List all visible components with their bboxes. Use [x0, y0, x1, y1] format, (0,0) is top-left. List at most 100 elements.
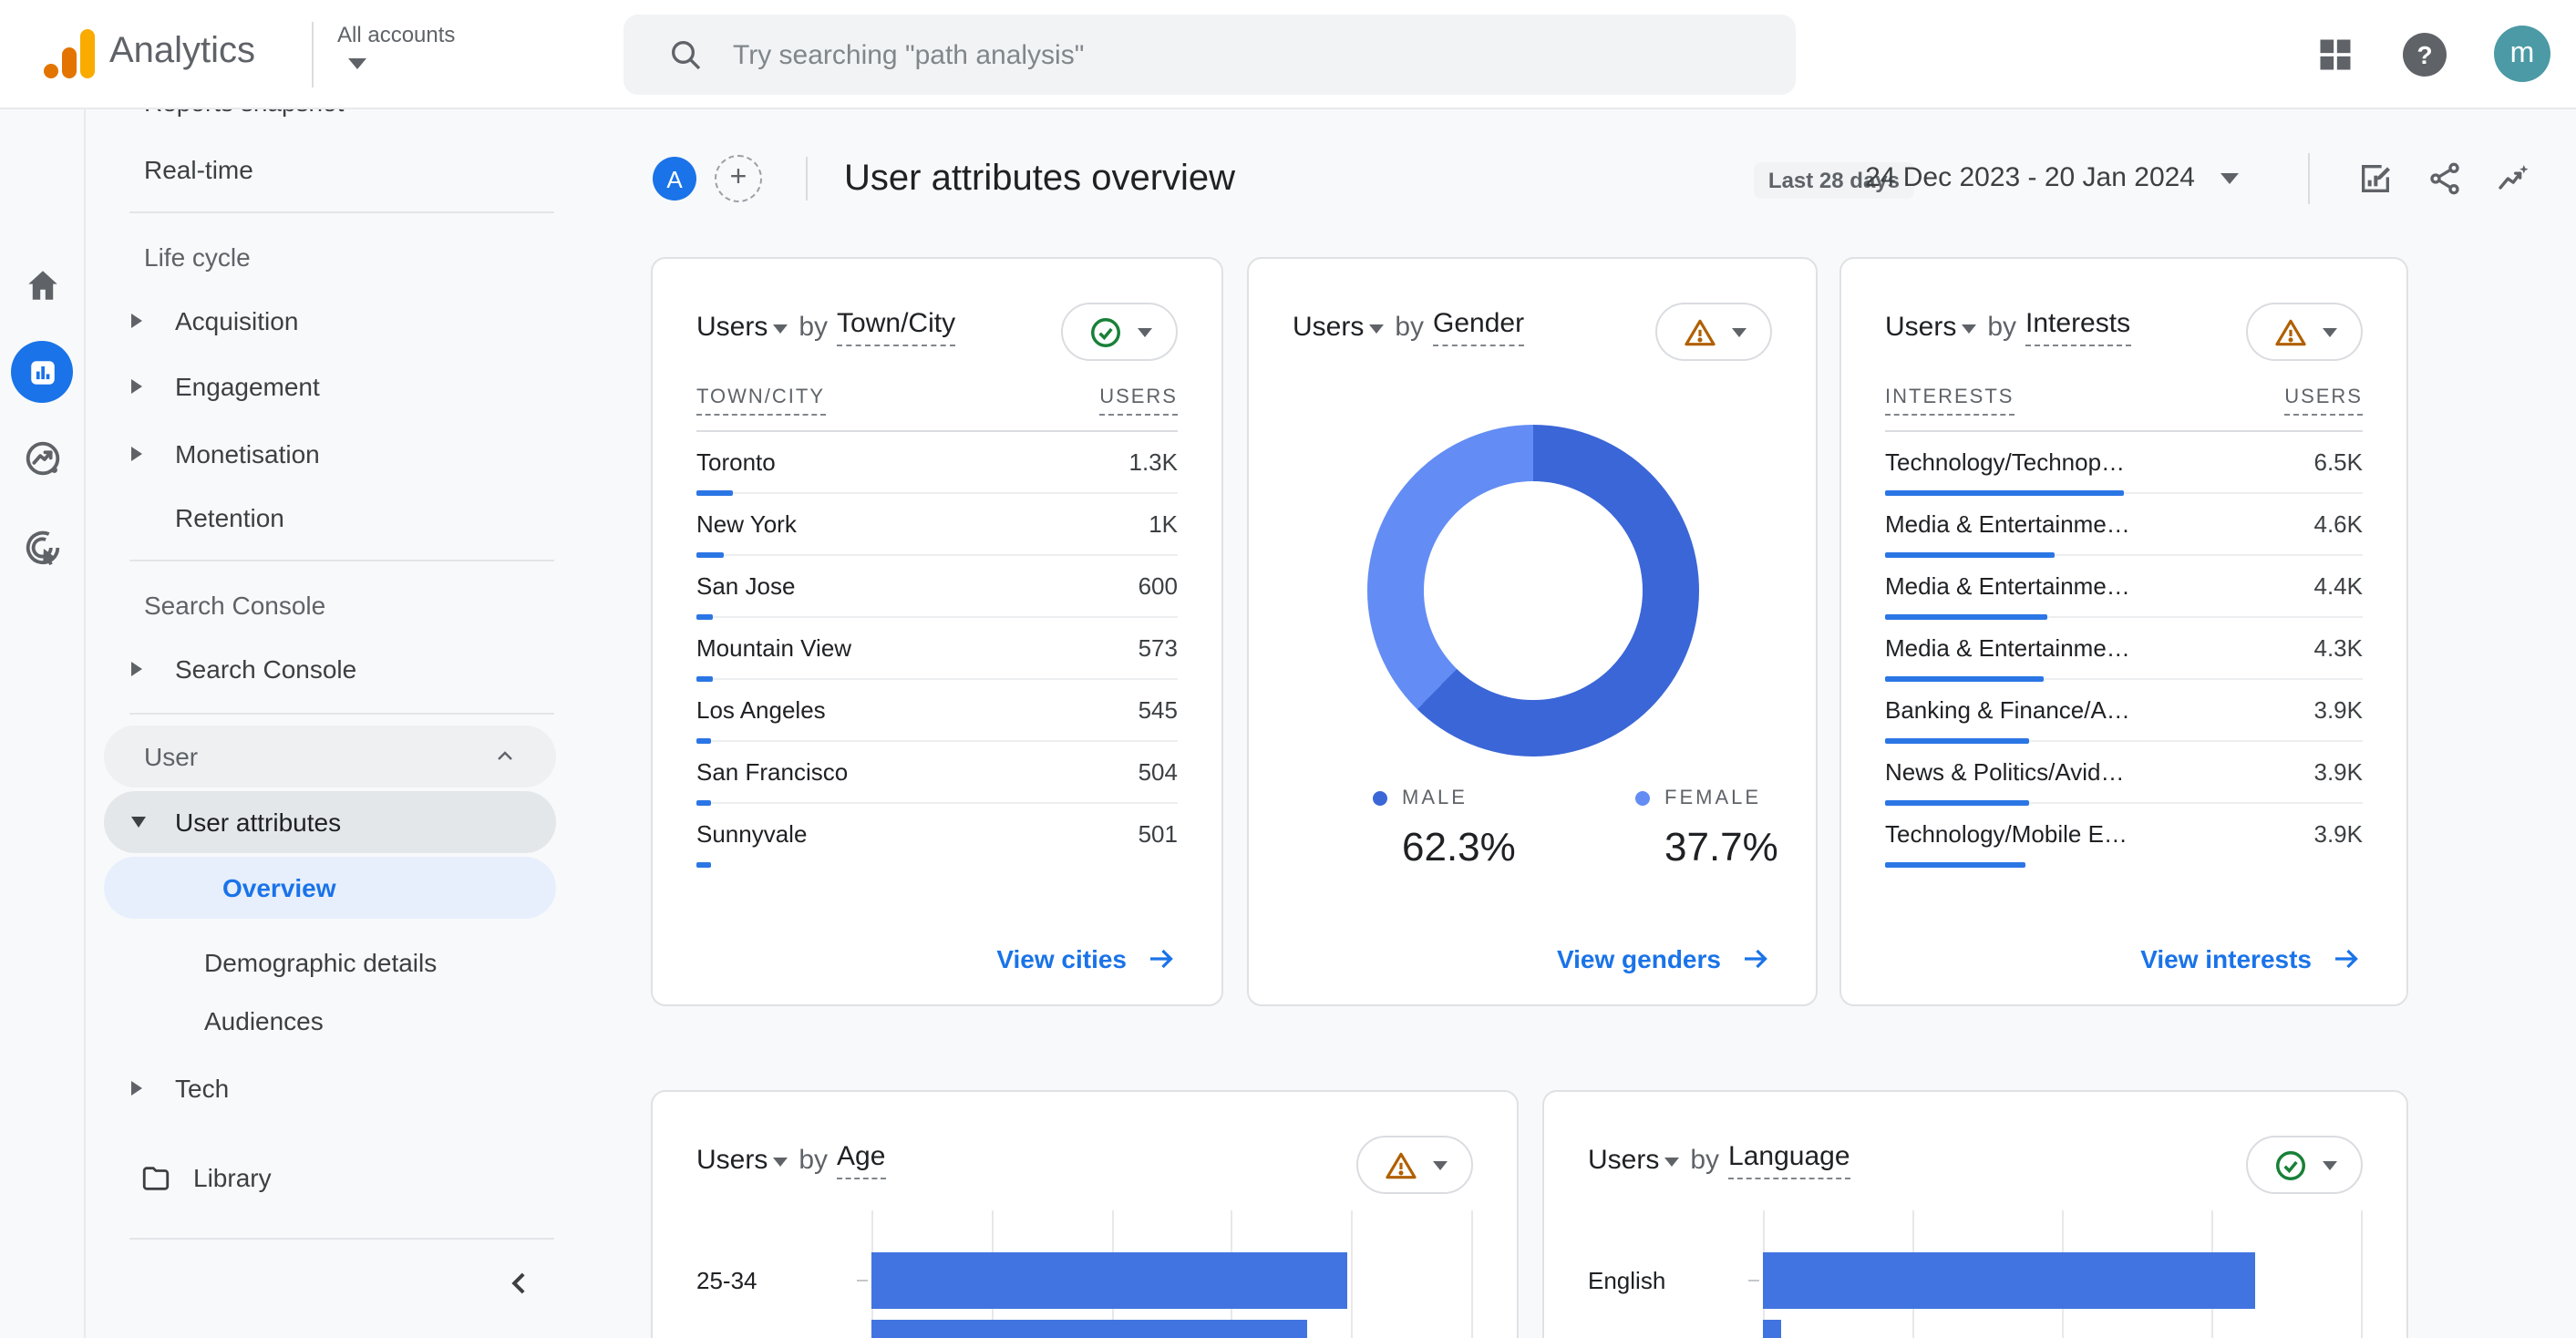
- account-switcher[interactable]: All accounts: [337, 22, 455, 69]
- plot-area: [1763, 1210, 2363, 1338]
- product-name: Analytics: [109, 31, 255, 73]
- chevron-down-icon: [1137, 327, 1151, 336]
- table-row[interactable]: News & Politics/Avid…3.9K: [1885, 742, 2363, 804]
- gender-donut-chart[interactable]: [1366, 425, 1698, 756]
- table-row[interactable]: Technology/Technop…6.5K: [1885, 432, 2363, 494]
- metric-selector[interactable]: Users: [1293, 312, 1364, 343]
- data-quality-button[interactable]: [1655, 303, 1772, 361]
- card-title: Users by Gender: [1293, 308, 1524, 346]
- sidebar-nav: Reports snapshot Real-time Life cycle Ac…: [86, 108, 576, 1338]
- section-header-search-console[interactable]: Search Console: [86, 587, 576, 623]
- metric-selector[interactable]: Users: [1885, 312, 1956, 343]
- table-row[interactable]: San Jose600: [696, 556, 1178, 618]
- insights-icon[interactable]: [2496, 160, 2532, 197]
- chevron-up-icon: [572, 594, 576, 616]
- top-app-bar: Analytics All accounts Try searching "pa…: [0, 0, 2576, 109]
- advertising-icon[interactable]: [0, 527, 84, 569]
- column-header-metric[interactable]: USERS: [2284, 386, 2363, 416]
- collapse-sidebar-icon[interactable]: [501, 1265, 538, 1302]
- card-users-by-gender: Users by Gender MALE 62.3% FEMALE 37.7% …: [1247, 257, 1818, 1006]
- row-bar: [696, 614, 713, 620]
- sidebar-item-user-attributes[interactable]: User attributes: [104, 791, 556, 853]
- axis-tick: [857, 1280, 868, 1281]
- table-row[interactable]: Media & Entertainme…4.6K: [1885, 494, 2363, 556]
- analytics-logo-icon[interactable]: [44, 29, 95, 80]
- view-cities-link[interactable]: View cities: [996, 942, 1178, 975]
- column-header-dimension[interactable]: INTERESTS: [1885, 386, 2014, 416]
- divider: [129, 560, 554, 561]
- table-row[interactable]: New York1K: [696, 494, 1178, 556]
- column-header-dimension[interactable]: TOWN/CITY: [696, 386, 825, 416]
- data-quality-button[interactable]: [1061, 303, 1178, 361]
- metric-selector[interactable]: Users: [696, 1145, 768, 1176]
- table-row[interactable]: Toronto1.3K: [696, 432, 1178, 494]
- sidebar-item-search-console[interactable]: Search Console: [86, 651, 576, 687]
- reports-nav-icon[interactable]: [0, 341, 84, 403]
- language-bar-chart[interactable]: English Spanish: [1588, 1210, 2363, 1338]
- dimension-selector[interactable]: Gender: [1433, 308, 1524, 346]
- triangle-down-icon: [1369, 324, 1384, 334]
- row-bar: [1885, 862, 2026, 868]
- category-label: Spanish: [1588, 1334, 1741, 1338]
- triangle-right-icon: [131, 447, 142, 461]
- bar-25-34: [871, 1252, 1346, 1309]
- triangle-down-icon: [131, 817, 146, 828]
- triangle-down-icon: [1664, 1158, 1679, 1167]
- arrow-right-icon: [2330, 942, 2363, 975]
- bar-18-24: [871, 1320, 1308, 1338]
- dimension-selector[interactable]: Age: [837, 1141, 885, 1179]
- sidebar-item-engagement[interactable]: Engagement: [86, 368, 576, 405]
- section-header-lifecycle[interactable]: Life cycle: [86, 239, 576, 275]
- age-bar-chart[interactable]: 25-34 18-24: [696, 1210, 1473, 1338]
- column-header-metric[interactable]: USERS: [1099, 386, 1178, 416]
- row-bar: [1885, 614, 2046, 620]
- data-quality-button[interactable]: [1356, 1136, 1473, 1194]
- sidebar-item-reports-snapshot[interactable]: Reports snapshot: [86, 108, 576, 120]
- customize-report-icon[interactable]: [2357, 160, 2394, 197]
- add-comparison-button[interactable]: +: [715, 155, 762, 202]
- sidebar-item-tech[interactable]: Tech: [86, 1070, 576, 1106]
- metric-selector[interactable]: Users: [1588, 1145, 1659, 1176]
- sidebar-item-retention[interactable]: Retention: [86, 499, 576, 536]
- share-icon[interactable]: [2427, 160, 2463, 197]
- table-row[interactable]: Sunnyvale501: [696, 804, 1178, 866]
- table-row[interactable]: Los Angeles545: [696, 680, 1178, 742]
- sidebar-item-overview-active[interactable]: Overview: [104, 857, 556, 919]
- view-interests-link[interactable]: View interests: [2140, 942, 2363, 975]
- page-title: User attributes overview: [844, 159, 1235, 201]
- table-row[interactable]: Technology/Mobile E…3.9K: [1885, 804, 2363, 866]
- data-quality-button[interactable]: [2246, 303, 2363, 361]
- search-input[interactable]: Try searching "path analysis": [623, 15, 1796, 95]
- sidebar-item-audiences[interactable]: Audiences: [86, 1003, 576, 1039]
- sidebar-item-monetisation[interactable]: Monetisation: [86, 436, 576, 472]
- apps-grid-icon[interactable]: [2315, 34, 2355, 74]
- table-row[interactable]: Media & Entertainme…4.4K: [1885, 556, 2363, 618]
- dimension-selector[interactable]: Language: [1728, 1141, 1850, 1179]
- home-icon[interactable]: [0, 266, 84, 304]
- sidebar-item-realtime[interactable]: Real-time: [86, 151, 576, 188]
- help-icon[interactable]: ?: [2403, 32, 2447, 76]
- metric-selector[interactable]: Users: [696, 312, 768, 343]
- sidebar-item-demographic-details[interactable]: Demographic details: [86, 944, 576, 981]
- date-range-picker[interactable]: 24 Dec 2023 - 20 Jan 2024: [1865, 162, 2239, 193]
- table-row[interactable]: Media & Entertainme…4.3K: [1885, 618, 2363, 680]
- avatar[interactable]: m: [2494, 26, 2550, 82]
- warning-triangle-icon: [1383, 1148, 1417, 1182]
- female-dot-icon: [1635, 791, 1650, 806]
- section-header-user[interactable]: User: [104, 726, 556, 787]
- sidebar-item-library[interactable]: Library: [86, 1159, 576, 1196]
- explore-icon[interactable]: [0, 437, 84, 479]
- property-badge[interactable]: A: [653, 157, 696, 201]
- row-bar: [696, 490, 733, 496]
- divider: [806, 157, 808, 201]
- view-genders-link[interactable]: View genders: [1557, 942, 1772, 975]
- table-row[interactable]: Banking & Finance/A…3.9K: [1885, 680, 2363, 742]
- row-bar: [696, 676, 712, 682]
- table-row[interactable]: San Francisco504: [696, 742, 1178, 804]
- dimension-selector[interactable]: Interests: [2025, 308, 2130, 346]
- table-row[interactable]: Mountain View573: [696, 618, 1178, 680]
- sidebar-item-acquisition[interactable]: Acquisition: [86, 303, 576, 339]
- warning-triangle-icon: [1682, 314, 1716, 349]
- data-quality-button[interactable]: [2246, 1136, 2363, 1194]
- dimension-selector[interactable]: Town/City: [837, 308, 955, 346]
